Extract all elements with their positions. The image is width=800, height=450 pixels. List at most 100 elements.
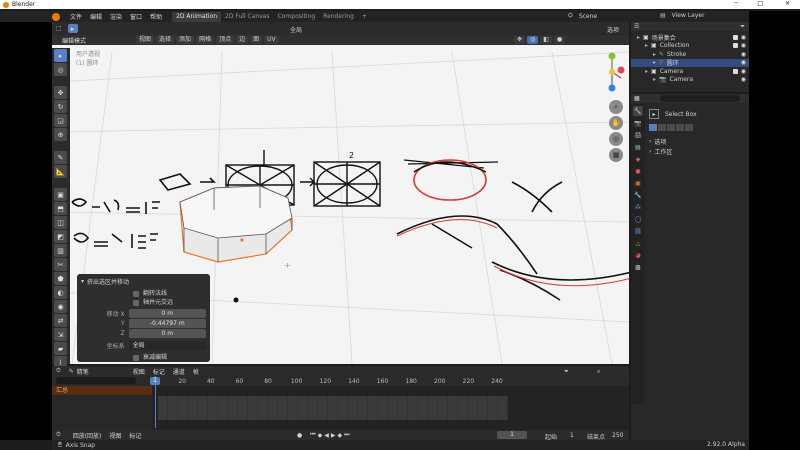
shear-tool-icon[interactable]: ▰ bbox=[54, 342, 67, 355]
visibility-eye-icon[interactable]: ◉ bbox=[741, 68, 746, 75]
timeline-ruler[interactable]: 120406080100120140160180200220240 bbox=[52, 376, 629, 386]
menu-item[interactable]: 文件 bbox=[66, 12, 86, 21]
collapse-icon[interactable]: ▾ bbox=[81, 278, 84, 285]
output-tab-icon[interactable]: 🖨 bbox=[633, 130, 643, 140]
coord-system-select[interactable]: 全局 bbox=[128, 341, 206, 350]
expand-arrow-icon[interactable]: ▸ bbox=[653, 59, 656, 66]
timeline-menu-item[interactable]: 通道 bbox=[169, 367, 189, 376]
keyframe-area[interactable] bbox=[158, 396, 508, 420]
render-tab-icon[interactable]: 📷 bbox=[633, 118, 643, 128]
visibility-eye-icon[interactable]: ◉ bbox=[741, 76, 746, 83]
spin-tool-icon[interactable]: ◐ bbox=[54, 286, 67, 299]
move-x-field[interactable]: 0 m bbox=[128, 309, 206, 318]
camera-view-icon[interactable]: ◎ bbox=[609, 132, 623, 146]
playback-menu-item[interactable]: 回放(回放) bbox=[69, 431, 106, 440]
world-tab-icon[interactable]: ● bbox=[633, 166, 643, 176]
workspace-section[interactable]: 工作区 bbox=[654, 147, 672, 156]
smooth-tool-icon[interactable]: ◉ bbox=[54, 300, 67, 313]
physics-tab-icon[interactable]: ◯ bbox=[633, 214, 643, 224]
zoom-icon[interactable]: ⌕ bbox=[609, 100, 623, 114]
loop-cut-tool-icon[interactable]: ▥ bbox=[54, 244, 67, 257]
move-z-field[interactable]: 0 m bbox=[128, 329, 206, 338]
edge-slide-tool-icon[interactable]: ⇄ bbox=[54, 314, 67, 327]
visibility-eye-icon[interactable]: ◉ bbox=[741, 51, 746, 58]
data-tab-icon[interactable]: △ bbox=[633, 238, 643, 248]
maximize-icon[interactable]: □ bbox=[757, 0, 763, 7]
scene-name[interactable]: Scene bbox=[579, 13, 597, 20]
scene-tab-icon[interactable]: ◈ bbox=[633, 154, 643, 164]
outliner-item[interactable]: ▸ ▣ 场景集合 ◉ bbox=[631, 33, 749, 42]
transform-tool-icon[interactable]: ⊕ bbox=[54, 128, 67, 141]
outliner-item[interactable]: ▸ ✎ Stroke ◉ bbox=[631, 50, 749, 59]
properties-search-input[interactable] bbox=[659, 95, 740, 102]
view-layer-tab-icon[interactable]: ▤ bbox=[633, 142, 643, 152]
tool-tab-icon[interactable]: 🔧 bbox=[633, 106, 643, 116]
section-expand-icon[interactable]: › bbox=[649, 138, 651, 145]
workspace-tab[interactable]: Rendering bbox=[319, 12, 358, 22]
viewport[interactable]: ⬚ ▸ 全局 选项 编辑模式 视图 选择 添加 网格 顶点边面 UV ✥ ◍ ◧ ● 用户… bbox=[52, 22, 629, 364]
timeline-menu-item[interactable]: 视图 bbox=[129, 367, 149, 376]
poly-build-tool-icon[interactable]: ⬟ bbox=[54, 272, 67, 285]
outliner-editor-icon[interactable]: ☰ bbox=[634, 23, 639, 30]
options-section[interactable]: 选项 bbox=[654, 137, 666, 146]
texture-tab-icon[interactable]: ▩ bbox=[633, 262, 643, 272]
next-key-icon[interactable]: ◆ bbox=[338, 432, 343, 439]
visibility-eye-icon[interactable]: ◉ bbox=[741, 42, 746, 49]
timeline-menu-item[interactable]: 标记 bbox=[149, 367, 169, 376]
extrude-tool-icon[interactable]: ⬒ bbox=[54, 202, 67, 215]
timeline-menu-item[interactable]: 帧 bbox=[189, 367, 203, 376]
menu-item[interactable]: 渲染 bbox=[106, 12, 126, 21]
bevel-tool-icon[interactable]: ◩ bbox=[54, 230, 67, 243]
flip-normals-checkbox[interactable] bbox=[133, 290, 139, 297]
exclude-checkbox[interactable] bbox=[733, 34, 738, 40]
cursor-tool-icon[interactable]: ◎ bbox=[54, 63, 67, 76]
workspace-tab[interactable]: + bbox=[358, 12, 371, 22]
prev-key-icon[interactable]: ◆ bbox=[318, 432, 323, 439]
timeline-editor-icon[interactable]: ⏱ bbox=[56, 367, 61, 375]
menu-item[interactable]: 编辑 bbox=[86, 12, 106, 21]
select-mode-invert-icon[interactable] bbox=[676, 123, 684, 131]
shrink-tool-icon[interactable]: ⇲ bbox=[54, 328, 67, 341]
annotate-tool-icon[interactable]: ✎ bbox=[54, 151, 67, 164]
outliner-item[interactable]: ▸ ▣ Collection ◉ bbox=[631, 42, 749, 51]
measure-tool-icon[interactable]: 📐 bbox=[54, 165, 67, 178]
jump-start-icon[interactable]: ⏮ bbox=[310, 431, 315, 439]
inset-tool-icon[interactable]: ◫ bbox=[54, 216, 67, 229]
expand-arrow-icon[interactable]: ▸ bbox=[645, 68, 648, 75]
select-mode-set-icon[interactable] bbox=[649, 123, 657, 131]
end-frame-value[interactable]: 250 bbox=[612, 432, 623, 439]
workspace-tab[interactable]: 2D Animation bbox=[172, 11, 222, 22]
grid-view-icon[interactable]: ▦ bbox=[609, 148, 623, 162]
current-frame-badge[interactable]: 1 bbox=[150, 377, 160, 385]
timeline-filter-icon[interactable]: ⏷ bbox=[564, 368, 569, 376]
outliner-item[interactable]: ▸ 📷 Camera ◉ bbox=[631, 76, 749, 85]
close-icon[interactable]: ✕ bbox=[785, 0, 790, 7]
blender-menu-icon[interactable] bbox=[52, 12, 60, 21]
ring-mesh[interactable] bbox=[179, 185, 293, 263]
jump-end-icon[interactable]: ⏭ bbox=[344, 431, 349, 439]
move-tool-icon[interactable]: ✥ bbox=[54, 86, 67, 99]
record-icon[interactable]: ● bbox=[297, 432, 302, 439]
playback-menu-item[interactable]: 视图 bbox=[105, 431, 125, 440]
select-mode-extend-icon[interactable] bbox=[658, 123, 666, 131]
menu-item[interactable]: 窗口 bbox=[126, 12, 146, 21]
modifier-tab-icon[interactable]: 🔧 bbox=[633, 190, 643, 200]
expand-arrow-icon[interactable]: ▸ bbox=[637, 34, 640, 41]
summary-channel[interactable]: 汇总 bbox=[52, 386, 152, 395]
select-box-tool-icon[interactable]: ▸ bbox=[54, 49, 67, 62]
timeline-search-icon[interactable]: ⌕ bbox=[597, 368, 600, 376]
minimize-icon[interactable]: ─ bbox=[734, 0, 738, 7]
select-mode-intersect-icon[interactable] bbox=[685, 123, 693, 131]
proportional-edit-checkbox[interactable] bbox=[133, 354, 139, 361]
start-frame-value[interactable]: 1 bbox=[570, 432, 574, 439]
rotate-tool-icon[interactable]: ↻ bbox=[54, 100, 67, 113]
select-mode-subtract-icon[interactable] bbox=[667, 123, 675, 131]
properties-editor-icon[interactable]: ▦ bbox=[634, 95, 640, 102]
current-frame-field[interactable]: 1 bbox=[497, 431, 527, 439]
object-tab-icon[interactable]: ▣ bbox=[633, 178, 643, 188]
playback-editor-icon[interactable]: ⏱ bbox=[56, 431, 61, 439]
expand-arrow-icon[interactable]: ▸ bbox=[653, 51, 656, 58]
play-icon[interactable]: ▶ bbox=[331, 432, 336, 439]
constraints-tab-icon[interactable]: ⛓ bbox=[633, 226, 643, 236]
knife-tool-icon[interactable]: ✂ bbox=[54, 258, 67, 271]
